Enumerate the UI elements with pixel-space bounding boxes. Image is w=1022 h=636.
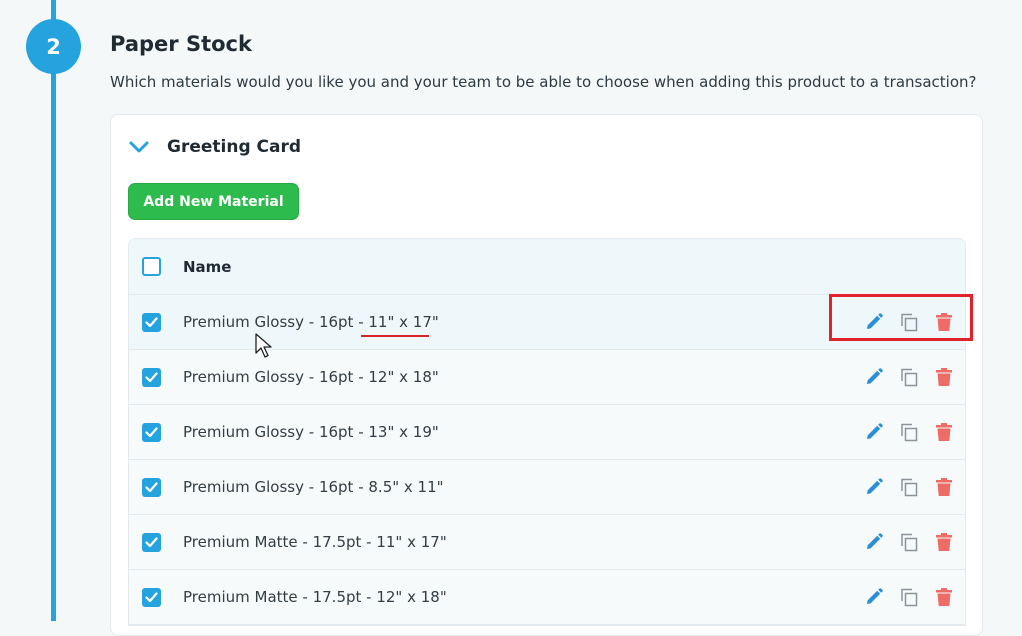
row-checkbox[interactable] [142, 367, 161, 387]
pencil-icon[interactable] [864, 532, 884, 552]
row-checkbox[interactable] [142, 312, 161, 332]
table-row[interactable]: Premium Matte - 17.5pt - 12" x 18" [129, 570, 965, 625]
row-checkbox[interactable] [142, 532, 161, 552]
annotation-highlight-box [829, 294, 973, 341]
material-group-card: Greeting Card Add New Material Name Prem… [110, 114, 983, 636]
pencil-icon[interactable] [864, 477, 884, 497]
trash-icon[interactable] [934, 532, 954, 552]
section-title: Paper Stock [110, 32, 252, 56]
row-checkbox[interactable] [142, 422, 161, 442]
material-name: Premium Glossy - 16pt - 8.5" x 11" [183, 478, 444, 496]
step-number-badge: 2 [26, 19, 81, 74]
column-header-name[interactable]: Name [183, 258, 231, 276]
add-new-material-button[interactable]: Add New Material [128, 183, 299, 220]
timeline-line [51, 0, 56, 621]
group-header-toggle[interactable]: Greeting Card [129, 137, 301, 157]
row-actions [864, 570, 965, 624]
material-name: Premium Glossy - 16pt - 12" x 18" [183, 368, 439, 386]
row-checkbox[interactable] [142, 587, 161, 607]
trash-icon[interactable] [934, 587, 954, 607]
material-name: Premium Glossy - 16pt - 13" x 19" [183, 423, 439, 441]
table-row[interactable]: Premium Matte - 17.5pt - 11" x 17" [129, 515, 965, 570]
group-title: Greeting Card [167, 137, 302, 157]
trash-icon[interactable] [934, 477, 954, 497]
mouse-cursor-icon [255, 333, 272, 358]
copy-icon[interactable] [899, 422, 919, 442]
material-name: Premium Glossy - 16pt - 11" x 17" [183, 313, 439, 337]
trash-icon[interactable] [934, 367, 954, 387]
material-name: Premium Matte - 17.5pt - 11" x 17" [183, 533, 447, 551]
material-name: Premium Matte - 17.5pt - 12" x 18" [183, 588, 447, 606]
copy-icon[interactable] [899, 477, 919, 497]
copy-icon[interactable] [899, 532, 919, 552]
annotation-underline [361, 335, 429, 337]
pencil-icon[interactable] [864, 587, 884, 607]
copy-icon[interactable] [899, 367, 919, 387]
row-actions [864, 350, 965, 404]
row-actions [864, 405, 965, 459]
select-all-checkbox[interactable] [142, 257, 161, 276]
chevron-down-icon[interactable] [129, 140, 149, 154]
section-description: Which materials would you like you and y… [110, 73, 977, 91]
table-row[interactable]: Premium Glossy - 16pt - 8.5" x 11" [129, 460, 965, 515]
table-header: Name [129, 239, 965, 295]
pencil-icon[interactable] [864, 422, 884, 442]
row-checkbox[interactable] [142, 477, 161, 497]
trash-icon[interactable] [934, 422, 954, 442]
pencil-icon[interactable] [864, 367, 884, 387]
table-row[interactable]: Premium Glossy - 16pt - 13" x 19" [129, 405, 965, 460]
row-actions [864, 515, 965, 569]
row-actions [864, 460, 965, 514]
copy-icon[interactable] [899, 587, 919, 607]
